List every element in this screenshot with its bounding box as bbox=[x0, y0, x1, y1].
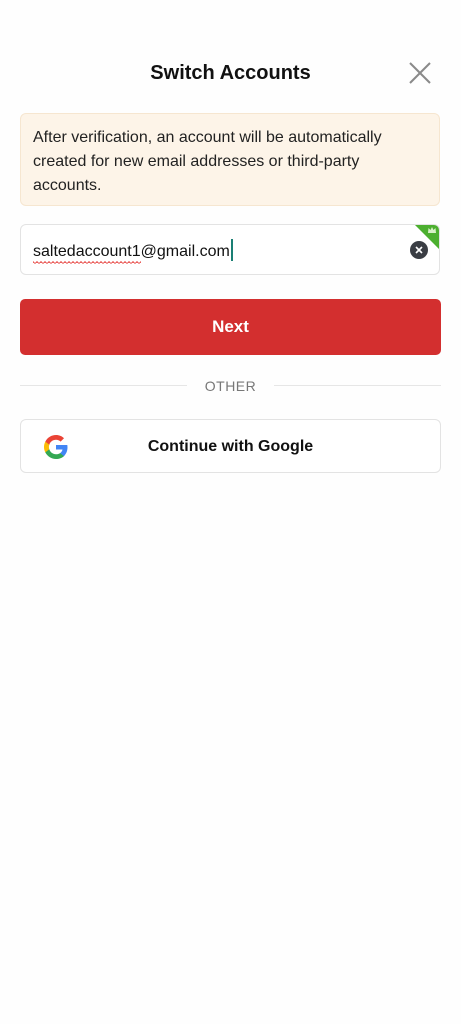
close-icon bbox=[409, 62, 431, 84]
google-button-label: Continue with Google bbox=[147, 438, 314, 455]
switch-accounts-screen: Switch Accounts After verification, an a… bbox=[0, 0, 461, 1024]
email-value: saltedaccount1@gmail.com bbox=[33, 239, 233, 261]
verification-notice: After verification, an account will be a… bbox=[20, 113, 440, 206]
email-domain: @gmail.com bbox=[140, 243, 230, 260]
email-username: saltedaccount1 bbox=[33, 243, 141, 260]
clear-icon bbox=[415, 246, 423, 254]
divider-label: OTHER bbox=[204, 378, 257, 394]
crown-icon bbox=[428, 227, 436, 233]
header: Switch Accounts bbox=[0, 50, 461, 98]
next-button[interactable]: Next bbox=[20, 299, 441, 355]
divider-line-right bbox=[274, 385, 441, 386]
clear-button[interactable] bbox=[410, 241, 428, 259]
page-title: Switch Accounts bbox=[150, 62, 311, 84]
close-button[interactable] bbox=[405, 58, 435, 88]
notice-text: After verification, an account will be a… bbox=[33, 129, 382, 194]
other-divider: OTHER bbox=[20, 376, 441, 396]
email-field[interactable]: saltedaccount1@gmail.com bbox=[20, 224, 440, 275]
continue-with-google-button[interactable]: Continue with Google bbox=[20, 419, 441, 473]
text-caret bbox=[230, 239, 233, 261]
